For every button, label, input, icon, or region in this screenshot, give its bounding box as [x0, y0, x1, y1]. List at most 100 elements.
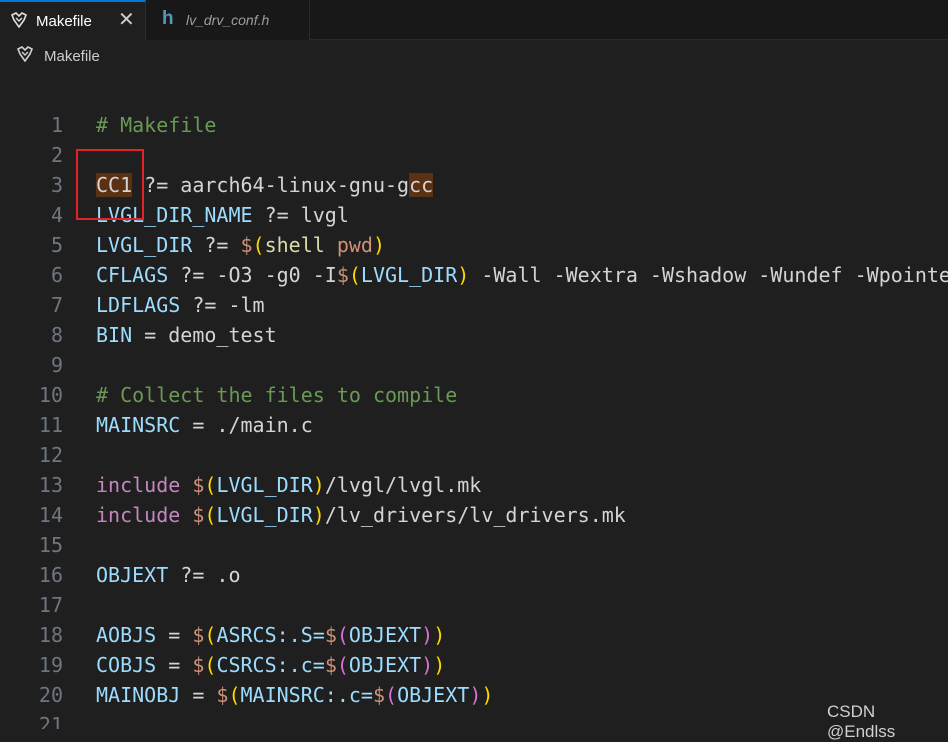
code-token: MAINSRC:.c=: [240, 683, 373, 707]
line-number: 11: [38, 413, 63, 437]
tab-makefile[interactable]: Makefile ✕: [0, 0, 146, 41]
code-token: ?= lvgl: [252, 203, 349, 227]
line-number: 19: [38, 653, 63, 677]
code-token: -Wall -Wextra -Wshadow -Wundef -Wpointer…: [481, 263, 948, 287]
code-line[interactable]: 11 MAINSRC = ./main.c: [0, 410, 948, 440]
code-line[interactable]: 9: [0, 350, 948, 380]
code-token: MAINSRC: [96, 413, 181, 437]
code-token: (: [204, 653, 217, 677]
code-token: $: [192, 473, 205, 497]
code-line[interactable]: 14 include $(LVGL_DIR)/lv_drivers/lv_driv…: [0, 500, 948, 530]
code-token: COBJS: [96, 653, 157, 677]
line-number: 14: [38, 503, 63, 527]
code-token: # Makefile: [96, 113, 217, 137]
code-text: COBJS = $(CSRCS:.c=$(OBJEXT)): [96, 650, 445, 680]
code-token: $: [216, 683, 229, 707]
code-token: ): [469, 683, 482, 707]
line-number: 18: [38, 623, 63, 647]
code-line[interactable]: 5 LVGL_DIR ?= $(shell pwd): [0, 230, 948, 260]
code-token: $: [372, 683, 386, 707]
code-text: include $(LVGL_DIR)/lv_drivers/lv_driver…: [96, 500, 626, 530]
code-token: (: [228, 683, 241, 707]
code-text: # Makefile: [96, 110, 216, 140]
code-token: $: [192, 623, 205, 647]
code-token: shell: [264, 233, 325, 257]
code-token: include: [96, 473, 181, 497]
line-number: 6: [50, 263, 63, 287]
code-token: ): [312, 473, 325, 497]
code-token: ?=: [192, 233, 241, 257]
code-token: cc: [409, 173, 434, 197]
line-number: 7: [50, 293, 63, 317]
code-line[interactable]: 19 COBJS = $(CSRCS:.c=$(OBJEXT)): [0, 650, 948, 680]
code-token: $: [192, 503, 205, 527]
line-number: 16: [38, 563, 63, 587]
code-token: $: [240, 233, 253, 257]
code-token: MAINOBJ: [96, 683, 181, 707]
code-line[interactable]: 13 include $(LVGL_DIR)/lvgl/lvgl.mk: [0, 470, 948, 500]
code-line[interactable]: 7 LDFLAGS ?= -lm: [0, 290, 948, 320]
code-line[interactable]: 10 # Collect the files to compile: [0, 380, 948, 410]
tab-bar: Makefile ✕ h lv_drv_conf.h: [0, 0, 948, 41]
breadcrumb-item-makefile[interactable]: Makefile: [44, 48, 100, 65]
line-number: 10: [38, 383, 63, 407]
code-text: CFLAGS ?= -O3 -g0 -I$(LVGL_DIR) -Wall -W…: [96, 260, 948, 290]
code-token: CFLAGS: [96, 263, 169, 287]
code-text: MAINOBJ = $(MAINSRC:.c=$(OBJEXT)): [96, 680, 493, 710]
code-token: LDFLAGS: [96, 293, 181, 317]
makefile-icon: [10, 12, 28, 28]
code-token: ?= -O3 -g0 -I: [168, 263, 337, 287]
code-token: ): [433, 653, 446, 677]
code-line[interactable]: 8 BIN = demo_test: [0, 320, 948, 350]
code-token: (: [204, 503, 217, 527]
code-text: MAINSRC = ./main.c: [96, 410, 313, 440]
code-token: pwd: [324, 233, 373, 257]
code-line[interactable]: 12: [0, 440, 948, 470]
watermark: CSDN @Endlss: [827, 702, 896, 741]
code-text: BIN = demo_test: [96, 320, 277, 350]
code-line[interactable]: 17: [0, 590, 948, 620]
code-text: # Collect the files to compile: [96, 380, 457, 410]
code-token: ): [433, 623, 446, 647]
code-token: $: [336, 263, 349, 287]
code-token: OBJEXT: [348, 623, 422, 647]
code-token: ): [421, 623, 434, 647]
line-number: 4: [50, 203, 63, 227]
code-token: CSRCS:.c=: [216, 653, 325, 677]
code-text: CC1 ?= aarch64-linux-gnu-gcc: [96, 170, 434, 200]
line-number: 15: [38, 533, 63, 557]
line-number: 20: [38, 683, 63, 707]
code-token: =: [156, 653, 193, 677]
code-line[interactable]: 16 OBJEXT ?= .o: [0, 560, 948, 590]
code-token: (: [204, 473, 217, 497]
code-text: AOBJS = $(ASRCS:.S=$(OBJEXT)): [96, 620, 445, 650]
code-line[interactable]: 6 CFLAGS ?= -O3 -g0 -I$(LVGL_DIR) -Wall -…: [0, 260, 948, 290]
code-token: # Collect the files to compile: [96, 383, 458, 407]
code-token: ): [372, 233, 386, 257]
code-line[interactable]: 18 AOBJS = $(ASRCS:.S=$(OBJEXT)): [0, 620, 948, 650]
code-token: include: [96, 503, 181, 527]
line-number: 5: [50, 233, 63, 257]
code-token: LVGL_DIR: [216, 503, 313, 527]
code-token: LVGL_DIR: [216, 473, 313, 497]
line-number: 1: [50, 113, 63, 137]
code-token: =: [180, 683, 217, 707]
line-number: 3: [50, 173, 63, 197]
code-token: AOBJS: [96, 623, 157, 647]
code-token: OBJEXT: [397, 683, 470, 707]
code-line[interactable]: 15: [0, 530, 948, 560]
code-token: ): [481, 683, 494, 707]
code-line[interactable]: 20 MAINOBJ = $(MAINSRC:.c=$(OBJEXT)): [0, 680, 948, 710]
code-line[interactable]: 21: [0, 710, 948, 729]
code-token: $: [324, 623, 337, 647]
close-icon[interactable]: ✕: [118, 10, 135, 30]
code-token: =: [156, 623, 193, 647]
line-number: 17: [38, 593, 63, 617]
line-number: 21: [38, 713, 63, 729]
line-number: 13: [38, 473, 63, 497]
code-line[interactable]: 1 # Makefile: [0, 110, 948, 140]
line-number: 2: [50, 143, 63, 167]
code-token: ?= -lm: [180, 293, 265, 317]
tab-lv-drv-conf[interactable]: h lv_drv_conf.h: [146, 0, 310, 40]
